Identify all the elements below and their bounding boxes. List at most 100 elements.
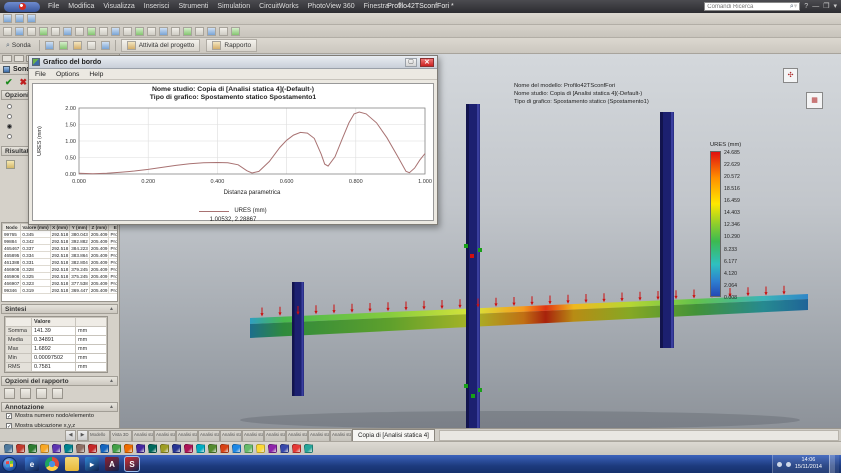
cmd-button-rapporto[interactable]: Rapporto — [206, 39, 257, 52]
report-capture-button[interactable] — [36, 388, 47, 399]
menu-finestra[interactable]: Finestra — [364, 3, 389, 10]
tab-analisi-statica-8[interactable]: Analisi statica 8 — [286, 430, 308, 441]
simulation-icon-button[interactable] — [45, 41, 54, 50]
menu-visualizza[interactable]: Visualizza — [103, 3, 134, 10]
option-radio-4[interactable] — [7, 134, 12, 139]
display-style-icon[interactable] — [111, 27, 120, 36]
desktop-shortcut-icon[interactable] — [64, 444, 73, 453]
desktop-shortcut-icon[interactable] — [4, 444, 13, 453]
cmd-button-attivit-del-progetto[interactable]: Attività del progetto — [121, 39, 201, 52]
results-row[interactable]: 997650.345292.518380.043205.409Profilo_6… — [3, 231, 119, 238]
taskbar-clock[interactable]: 14:06 15/11/2014 — [795, 457, 822, 471]
results-row[interactable]: 4658950.334292.518383.864205.409Profilo_… — [3, 252, 119, 259]
measure-icon[interactable] — [171, 27, 180, 36]
command-search[interactable]: ⌕ ▾ — [704, 2, 800, 11]
option-radio-3[interactable] — [7, 124, 12, 129]
desktop-shortcut-icon[interactable] — [208, 444, 217, 453]
section-view-icon[interactable] — [87, 27, 96, 36]
desktop-shortcut-icon[interactable] — [232, 444, 241, 453]
probe-tool-button[interactable]: ⌕ Sonda — [3, 42, 34, 49]
menu-simulation[interactable]: Simulation — [217, 3, 250, 10]
desktop-shortcut-icon[interactable] — [112, 444, 121, 453]
desktop-shortcut-icon[interactable] — [256, 444, 265, 453]
print-icon[interactable] — [231, 27, 240, 36]
desktop-shortcut-icon[interactable] — [172, 444, 181, 453]
options-icon[interactable] — [207, 27, 216, 36]
group-annotazione[interactable]: Annotazione▲ — [1, 402, 118, 412]
menu-modifica[interactable]: Modifica — [68, 3, 94, 10]
tabs-scroll-right[interactable]: ▶ — [77, 430, 88, 441]
option-radio-1[interactable] — [7, 104, 12, 109]
results-row[interactable]: 4669070.323292.518377.538205.409Profilo_… — [3, 280, 119, 287]
tabs-scroll-left[interactable]: ◀ — [65, 430, 76, 441]
desktop-shortcut-icon[interactable] — [124, 444, 133, 453]
taskbar-icon-chrome[interactable] — [45, 457, 59, 471]
group-opzioni-rapporto[interactable]: Opzioni del rapporto▲ — [1, 376, 118, 386]
mass-properties-icon[interactable] — [183, 27, 192, 36]
feature-tree-tab[interactable] — [2, 55, 12, 62]
desktop-shortcut-icon[interactable] — [148, 444, 157, 453]
dialog-maximize-button[interactable]: ▢ — [405, 58, 417, 67]
tab-analisi-statica-4[interactable]: Analisi statica 4 — [198, 430, 220, 441]
save-icon[interactable] — [27, 14, 36, 23]
menu-inserisci[interactable]: Inserisci — [144, 3, 170, 10]
menu-file[interactable]: File — [48, 3, 59, 10]
dialog-title-bar[interactable]: Grafico del bordo ▢ ✕ — [29, 56, 437, 69]
desktop-shortcut-icon[interactable] — [304, 444, 313, 453]
tray-icon[interactable] — [777, 462, 782, 467]
checkbox-checked[interactable]: ✓ — [6, 413, 12, 419]
desktop-shortcut-icon[interactable] — [160, 444, 169, 453]
view-tool-box[interactable]: ✣ — [783, 68, 798, 83]
desktop-shortcut-icon[interactable] — [292, 444, 301, 453]
show-desktop-button[interactable] — [829, 455, 835, 473]
desktop-shortcut-icon[interactable] — [280, 444, 289, 453]
results-row[interactable]: 4613880.331292.518382.804205.409Profilo_… — [3, 259, 119, 266]
taskbar-icon-internet-explorer[interactable]: e — [25, 457, 39, 471]
probe-results-table[interactable]: NodoValore (mm)X (mm)Y (mm)Z (mm)Entità9… — [2, 223, 118, 294]
rebuild-icon[interactable] — [219, 27, 228, 36]
evaluate-icon[interactable] — [195, 27, 204, 36]
desktop-shortcut-icon[interactable] — [40, 444, 49, 453]
desktop-shortcut-icon[interactable] — [136, 444, 145, 453]
tab-analisi-statica-2[interactable]: Analisi statica 2 — [154, 430, 176, 441]
taskbar-icon-folder-explorer[interactable] — [65, 457, 79, 471]
tab-vista-3d[interactable]: Vista 3D — [110, 430, 132, 441]
results-row[interactable]: 4654670.337292.518384.223205.409Profilo_… — [3, 245, 119, 252]
tab-analisi-statica-9[interactable]: Analisi statica 9 — [308, 430, 330, 441]
tab-analisi-statica-1[interactable]: Analisi statica 1 — [132, 430, 154, 441]
select-icon[interactable] — [3, 27, 12, 36]
active-study-tab[interactable]: Copia di [Analisi statica 4] — [352, 429, 435, 441]
results-row[interactable]: 993460.319292.518369.447205.409Profilo_6… — [3, 287, 119, 294]
annotation-icon[interactable] — [159, 27, 168, 36]
view-orientation-icon[interactable] — [99, 27, 108, 36]
desktop-shortcut-icon[interactable] — [244, 444, 253, 453]
solidworks-logo[interactable] — [4, 2, 40, 12]
desktop-shortcut-icon[interactable] — [196, 444, 205, 453]
appearance-icon[interactable] — [135, 27, 144, 36]
desktop-shortcut-icon[interactable] — [184, 444, 193, 453]
desktop-shortcut-icon[interactable] — [52, 444, 61, 453]
compare-icon-button[interactable] — [87, 41, 96, 50]
dialog-menu-file[interactable]: File — [35, 71, 46, 78]
taskbar-icon-solidworks[interactable]: S — [125, 457, 139, 471]
tab-analisi-statica-3[interactable]: Analisi statica 3 — [176, 430, 198, 441]
search-input[interactable] — [707, 3, 790, 10]
minimize-icon[interactable]: — — [812, 2, 819, 11]
plot-control-box[interactable]: ▦ — [806, 92, 823, 109]
desktop-shortcut-icon[interactable] — [76, 444, 85, 453]
new-icon[interactable] — [3, 14, 12, 23]
rotate-view-icon[interactable] — [51, 27, 60, 36]
dialog-close-button[interactable]: ✕ — [420, 58, 434, 67]
help-icon[interactable]: ? — [804, 2, 808, 11]
taskbar-icon-adobe-app[interactable]: A — [105, 457, 119, 471]
group-sintesi[interactable]: Sintesi▲ — [1, 304, 118, 314]
dialog-menu-help[interactable]: Help — [89, 71, 103, 78]
dialog-menu-options[interactable]: Options — [56, 71, 79, 78]
results-icon-button[interactable] — [59, 41, 68, 50]
start-button[interactable] — [2, 457, 17, 472]
desktop-shortcut-icon[interactable] — [268, 444, 277, 453]
desktop-shortcut-icon[interactable] — [220, 444, 229, 453]
desktop-shortcut-icon[interactable] — [16, 444, 25, 453]
desktop-shortcut-icon[interactable] — [100, 444, 109, 453]
taskbar-icon-media-player[interactable]: ▸ — [85, 457, 99, 471]
